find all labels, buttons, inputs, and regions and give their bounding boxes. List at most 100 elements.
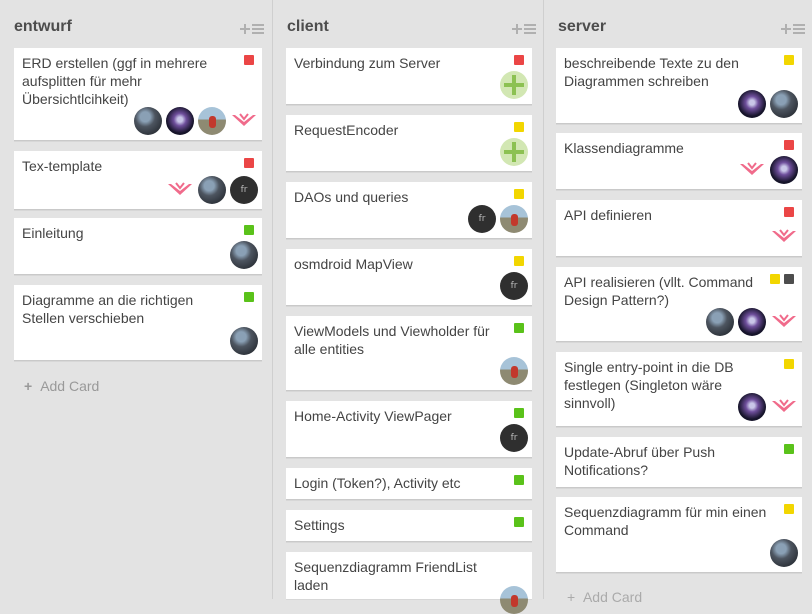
avatar[interactable] — [500, 205, 528, 233]
avatar[interactable]: fr — [500, 424, 528, 452]
card[interactable]: osmdroid MapView fr — [286, 249, 532, 306]
card[interactable]: Einleitung — [14, 218, 262, 275]
avatar[interactable] — [770, 539, 798, 567]
add-card-label: Add Card — [40, 378, 100, 394]
add-card-button[interactable]: + Add Card — [567, 589, 642, 605]
card[interactable]: Single entry-point in die DB festlegen (… — [556, 352, 802, 427]
card[interactable]: RequestEncoder — [286, 115, 532, 172]
card[interactable]: API realisieren (vllt. Command Design Pa… — [556, 267, 802, 342]
card[interactable]: Home-Activity ViewPager fr — [286, 401, 532, 458]
plus-icon: + — [567, 589, 576, 605]
label-yellow — [770, 274, 780, 284]
label-yellow — [514, 122, 524, 132]
card[interactable]: Klassendiagramme — [556, 133, 802, 190]
avatar[interactable] — [770, 156, 798, 184]
add-card-button[interactable]: + Add Card — [24, 378, 99, 394]
card[interactable]: Sequenzdiagramm für min einen Command — [556, 497, 802, 573]
list-entwurf: entwurf ERD erstellen (ggf in mehrere au… — [0, 0, 272, 599]
avatar[interactable]: fr — [468, 205, 496, 233]
card-members — [500, 138, 528, 166]
avatar[interactable] — [770, 90, 798, 118]
card-members — [738, 156, 798, 184]
avatar[interactable]: fr — [500, 272, 528, 300]
card[interactable]: API definieren — [556, 200, 802, 257]
card[interactable]: Settings — [286, 510, 532, 542]
card-title: DAOs und queries — [294, 189, 409, 205]
card[interactable]: Sequenzdiagramm FriendList laden — [286, 552, 532, 614]
card-members: fr — [468, 205, 528, 233]
label-green — [244, 225, 254, 235]
avatar[interactable] — [230, 241, 258, 269]
list-menu-icon[interactable] — [240, 22, 264, 36]
card-title: RequestEncoder — [294, 122, 399, 138]
avatar[interactable] — [500, 586, 528, 614]
card-title: beschreibende Texte zu den Diagrammen sc… — [564, 55, 739, 89]
card-members: fr — [500, 272, 528, 300]
avatar[interactable] — [198, 107, 226, 135]
card-title: Klassendiagramme — [564, 140, 684, 156]
avatar-initials: fr — [510, 433, 518, 443]
avatar[interactable] — [500, 357, 528, 385]
card[interactable]: ERD erstellen (ggf in mehrere aufsplitte… — [14, 48, 262, 141]
label-green — [514, 517, 524, 527]
card-title: Diagramme an die richtigen Stellen versc… — [22, 292, 194, 326]
chevron-logo-icon[interactable] — [770, 308, 798, 336]
label-green — [514, 323, 524, 333]
card[interactable]: Diagramme an die richtigen Stellen versc… — [14, 285, 262, 361]
chevron-logo-icon[interactable] — [166, 176, 194, 204]
card-title: Login (Token?), Activity etc — [294, 475, 461, 491]
label-yellow — [514, 256, 524, 266]
plus-icon: + — [24, 378, 33, 394]
card-title: Tex-template — [22, 158, 103, 174]
label-green — [244, 292, 254, 302]
card[interactable]: Update-Abruf über Push Notifications? — [556, 437, 802, 488]
card-members — [500, 357, 528, 385]
card-title: API definieren — [564, 207, 652, 223]
avatar[interactable]: fr — [230, 176, 258, 204]
card[interactable]: Verbindung zum Server — [286, 48, 532, 105]
card-members — [500, 586, 528, 614]
card[interactable]: Tex-template fr — [14, 151, 262, 210]
chevron-logo-icon[interactable] — [770, 223, 798, 251]
avatar[interactable] — [134, 107, 162, 135]
chevron-logo-icon[interactable] — [770, 393, 798, 421]
plus-badge-icon[interactable] — [500, 138, 528, 166]
label-yellow — [784, 55, 794, 65]
card-title: Verbindung zum Server — [294, 55, 441, 71]
card-title: ERD erstellen (ggf in mehrere aufsplitte… — [22, 55, 208, 107]
card-title: Einleitung — [22, 225, 84, 241]
list-title: client — [287, 18, 329, 35]
label-green — [514, 408, 524, 418]
card-members — [230, 327, 258, 355]
chevron-logo-icon[interactable] — [738, 156, 766, 184]
avatar[interactable] — [738, 393, 766, 421]
card-members — [770, 539, 798, 567]
card[interactable]: DAOs und queries fr — [286, 182, 532, 239]
plus-badge-icon[interactable] — [500, 71, 528, 99]
list-menu-icon[interactable] — [512, 22, 536, 36]
avatar-initials: fr — [510, 281, 518, 291]
avatar[interactable] — [706, 308, 734, 336]
label-green — [514, 475, 524, 485]
avatar[interactable] — [738, 308, 766, 336]
avatar[interactable] — [198, 176, 226, 204]
list-server: server beschreibende Texte zu den Diagra… — [543, 0, 812, 605]
avatar[interactable] — [166, 107, 194, 135]
list-menu-icon[interactable] — [781, 22, 805, 36]
list-client: client Verbindung zum Server RequestEnco… — [272, 0, 544, 614]
avatar[interactable] — [738, 90, 766, 118]
avatar[interactable] — [230, 327, 258, 355]
card[interactable]: beschreibende Texte zu den Diagrammen sc… — [556, 48, 802, 124]
chevron-logo-icon[interactable] — [230, 107, 258, 135]
card-title: Sequenzdiagramm FriendList laden — [294, 559, 477, 593]
list-header: entwurf — [0, 0, 272, 46]
card[interactable]: ViewModels und Viewholder für alle entit… — [286, 316, 532, 391]
card-members: fr — [500, 424, 528, 452]
label-red — [784, 207, 794, 217]
card-title: ViewModels und Viewholder für alle entit… — [294, 323, 490, 357]
card-members — [738, 393, 798, 421]
card[interactable]: Login (Token?), Activity etc — [286, 468, 532, 500]
label-red — [244, 158, 254, 168]
add-card-label: Add Card — [582, 589, 643, 605]
list-title: entwurf — [14, 18, 72, 35]
